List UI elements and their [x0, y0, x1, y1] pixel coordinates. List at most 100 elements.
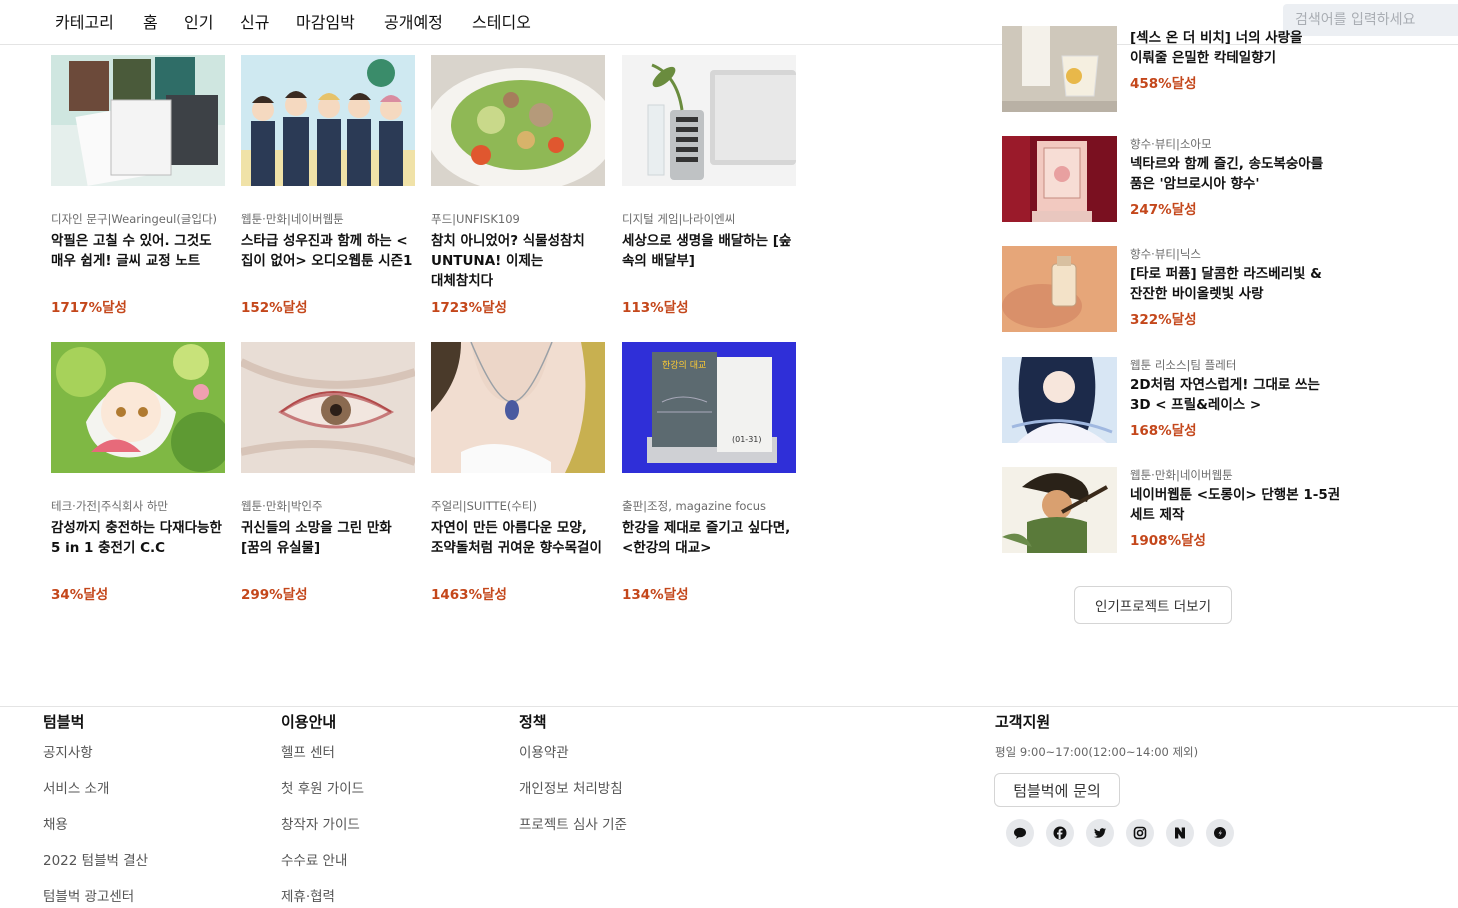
project-card[interactable]: 웹툰·만화|박인주 귀신들의 소망을 그린 만화 [꿈의 유실물] 299%달성	[241, 342, 415, 603]
footer-link-notice[interactable]: 공지사항	[43, 741, 93, 761]
project-category: 디자인 문구|Wearingeul(글입다)	[51, 212, 218, 226]
project-category: 주얼리|SUITTE(수티)	[431, 499, 537, 513]
popular-thumbnail	[1002, 467, 1117, 553]
project-title: 감성까지 충전하는 다재다능한 5 in 1 충전기 C.C	[51, 520, 222, 556]
instagram-icon[interactable]	[1126, 819, 1154, 847]
popular-title: 네이버웹툰 <도롱이> 단행본 1-5권 세트 제작	[1130, 487, 1341, 523]
footer-link-review-criteria[interactable]: 프로젝트 심사 기준	[519, 813, 627, 833]
popular-thumbnail	[1002, 136, 1117, 222]
popular-achievement: 1908%달성	[1130, 533, 1206, 549]
footer-link-creator-guide[interactable]: 창작자 가이드	[281, 813, 360, 833]
project-title: 스타급 성우진과 함께 하는 <집이 없어> 오디오웹툰 시즌1	[241, 233, 413, 269]
project-title: 세상으로 생명을 배달하는 [숲 속의 배달부]	[622, 233, 792, 269]
popular-title: [섹스 온 더 비치] 너의 사랑을 이뤄줄 은밀한 칵테일향기	[1130, 30, 1303, 66]
footer-link-privacy[interactable]: 개인정보 처리방침	[519, 777, 623, 797]
project-category: 푸드|UNFISK109	[431, 212, 520, 226]
popular-title: 넥타르와 함께 즐긴, 송도복숭아를 품은 '암브로시아 향수'	[1130, 156, 1324, 192]
popular-title: 2D처럼 자연스럽게! 그대로 쓰는 3D < 프릴&레이스 >	[1130, 377, 1320, 413]
project-achievement: 1723%달성	[431, 300, 507, 316]
nav-category[interactable]: 카테고리	[55, 9, 114, 33]
footer-link-fees[interactable]: 수수료 안내	[281, 849, 347, 869]
project-achievement: 34%달성	[51, 587, 109, 603]
project-card[interactable]: 웹툰·만화|네이버웹툰 스타급 성우진과 함께 하는 <집이 없어> 오디오웹툰…	[241, 55, 415, 316]
project-achievement: 134%달성	[622, 587, 689, 603]
contact-button[interactable]: 텀블벅에 문의	[994, 773, 1120, 807]
popular-category: 향수·뷰티|소아모	[1130, 137, 1212, 151]
kakao-icon[interactable]	[1006, 819, 1034, 847]
popular-title: [타로 퍼퓸] 달콤한 라즈베리빛 & 잔잔한 바이올렛빛 사랑	[1130, 266, 1322, 302]
footer-link-2022-review[interactable]: 2022 텀블벅 결산	[43, 849, 148, 869]
project-category: 웹툰·만화|박인주	[241, 499, 323, 513]
popular-thumbnail	[1002, 26, 1117, 112]
footer-heading-guide: 이용안내	[281, 713, 337, 731]
popular-thumbnail	[1002, 357, 1117, 443]
project-thumbnail	[431, 342, 605, 473]
footer-heading-policy: 정책	[519, 713, 547, 731]
popular-item[interactable]: [섹스 온 더 비치] 너의 사랑을 이뤄줄 은밀한 칵테일향기 458%달성	[1002, 26, 1342, 112]
project-title: 악필은 고칠 수 있어. 그것도 매우 쉽게! 글씨 교정 노트	[51, 233, 212, 269]
naver-icon[interactable]	[1166, 819, 1194, 847]
project-title: 참치 아니었어? 식물성참치 UNTUNA! 이제는 대체참치다	[431, 233, 585, 289]
nav-home[interactable]: 홈	[143, 9, 158, 33]
project-category: 디지털 게임|나라이엔씨	[622, 212, 736, 226]
project-title: 한강을 제대로 즐기고 싶다면, <한강의 대교>	[622, 520, 791, 556]
popular-item[interactable]: 웹툰 리소스|팀 플레터 2D처럼 자연스럽게! 그대로 쓰는 3D < 프릴&…	[1002, 357, 1342, 443]
popular-item[interactable]: 웹툰·만화|네이버웹툰 네이버웹툰 <도롱이> 단행본 1-5권 세트 제작 1…	[1002, 467, 1342, 553]
project-thumbnail: 한강의 대교 (01-31)	[622, 342, 796, 473]
footer-link-ad-center[interactable]: 텀블벅 광고센터	[43, 885, 134, 905]
project-achievement: 1717%달성	[51, 300, 127, 316]
footer-link-careers[interactable]: 채용	[43, 813, 68, 833]
footer-link-partnership[interactable]: 제휴·협력	[281, 885, 335, 905]
popular-item[interactable]: 향수·뷰티|닉스 [타로 퍼퓸] 달콤한 라즈베리빛 & 잔잔한 바이올렛빛 사…	[1002, 246, 1342, 332]
project-thumbnail	[622, 55, 796, 186]
project-achievement: 299%달성	[241, 587, 308, 603]
footer-link-terms[interactable]: 이용약관	[519, 741, 569, 761]
project-thumbnail	[431, 55, 605, 186]
nav-closing-soon[interactable]: 마감임박	[296, 9, 355, 33]
twitter-icon[interactable]	[1086, 819, 1114, 847]
project-card[interactable]: 테크·가전|주식회사 하만 감성까지 충전하는 다재다능한 5 in 1 충전기…	[51, 342, 225, 603]
project-card[interactable]: 디지털 게임|나라이엔씨 세상으로 생명을 배달하는 [숲 속의 배달부] 11…	[622, 55, 796, 316]
popular-item[interactable]: 향수·뷰티|소아모 넥타르와 함께 즐긴, 송도복숭아를 품은 '암브로시아 향…	[1002, 136, 1342, 222]
project-category: 출판|조정, magazine focus	[622, 499, 767, 513]
project-category: 웹툰·만화|네이버웹툰	[241, 212, 344, 226]
project-thumbnail	[51, 342, 225, 473]
facebook-icon[interactable]	[1046, 819, 1074, 847]
footer-link-about[interactable]: 서비스 소개	[43, 777, 109, 797]
project-achievement: 113%달성	[622, 300, 689, 316]
project-thumbnail	[241, 55, 415, 186]
project-title: 귀신들의 소망을 그린 만화 [꿈의 유실물]	[241, 520, 392, 556]
footer-heading-support: 고객지원	[995, 713, 1051, 731]
project-achievement: 1463%달성	[431, 587, 507, 603]
more-popular-button[interactable]: 인기프로젝트 더보기	[1074, 586, 1232, 624]
svg-text:(01-31): (01-31)	[732, 435, 762, 444]
footer: 텀블벅 공지사항 서비스 소개 채용 2022 텀블벅 결산 텀블벅 광고센터 …	[0, 706, 1458, 908]
footer-link-help-center[interactable]: 헬프 센터	[281, 741, 335, 761]
nav-popular[interactable]: 인기	[184, 9, 213, 33]
popular-achievement: 322%달성	[1130, 312, 1197, 328]
project-card[interactable]: 디자인 문구|Wearingeul(글입다) 악필은 고칠 수 있어. 그것도 …	[51, 55, 225, 316]
nav-new[interactable]: 신규	[240, 9, 269, 33]
project-achievement: 152%달성	[241, 300, 308, 316]
footer-link-backer-guide[interactable]: 첫 후원 가이드	[281, 777, 364, 797]
svg-text:한강의 대교: 한강의 대교	[662, 360, 706, 371]
nav-upcoming[interactable]: 공개예정	[384, 9, 443, 33]
popular-thumbnail	[1002, 246, 1117, 332]
support-hours: 평일 9:00~17:00(12:00~14:00 제외)	[995, 745, 1199, 759]
brunch-icon[interactable]	[1206, 819, 1234, 847]
footer-heading-tumblbug: 텀블벅	[43, 713, 85, 731]
popular-category: 웹툰 리소스|팀 플레터	[1130, 358, 1237, 372]
nav-studio[interactable]: 스테디오	[472, 9, 531, 33]
popular-achievement: 168%달성	[1130, 423, 1197, 439]
project-thumbnail	[51, 55, 225, 186]
project-title: 자연이 만든 아름다운 모양, 조약돌처럼 귀여운 향수목걸이	[431, 520, 602, 556]
popular-category: 웹툰·만화|네이버웹툰	[1130, 468, 1233, 482]
project-card[interactable]: 주얼리|SUITTE(수티) 자연이 만든 아름다운 모양, 조약돌처럼 귀여운…	[431, 342, 605, 603]
popular-category: 향수·뷰티|닉스	[1130, 247, 1202, 261]
project-thumbnail	[241, 342, 415, 473]
popular-achievement: 458%달성	[1130, 76, 1197, 92]
project-category: 테크·가전|주식회사 하만	[51, 499, 168, 513]
project-card[interactable]: 푸드|UNFISK109 참치 아니었어? 식물성참치 UNTUNA! 이제는 …	[431, 55, 605, 316]
popular-achievement: 247%달성	[1130, 202, 1197, 218]
project-card[interactable]: 한강의 대교 (01-31) 출판|조정, magazine focus 한강을…	[622, 342, 796, 603]
